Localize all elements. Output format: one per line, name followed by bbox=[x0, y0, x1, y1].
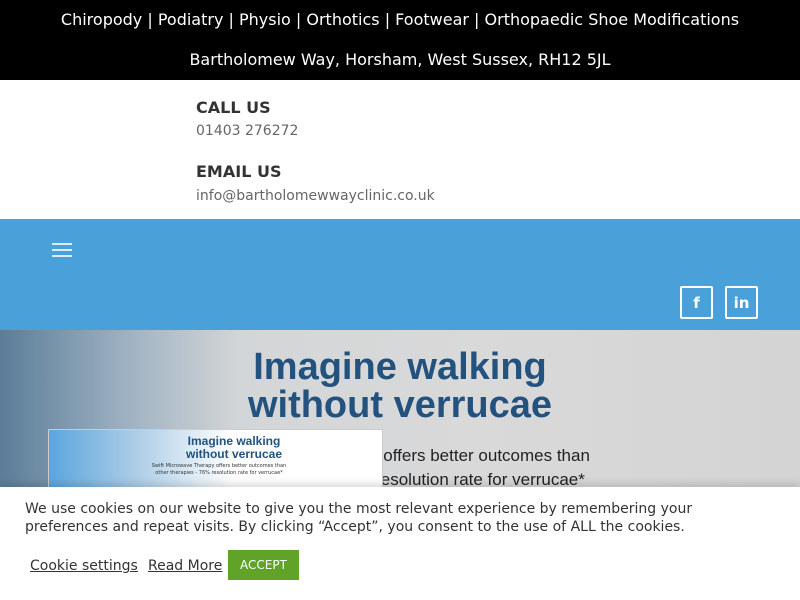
call-us-heading: CALL US bbox=[196, 98, 271, 117]
promo-title-line2: without verrucae bbox=[185, 447, 283, 461]
top-info-bar: Chiropody | Podiatry | Physio | Orthotic… bbox=[0, 0, 800, 80]
cookie-message: We use cookies on our website to give yo… bbox=[25, 501, 693, 535]
hero-headline: Imagine walking without verrucae bbox=[0, 348, 800, 424]
email-us-heading: EMAIL US bbox=[196, 162, 282, 181]
cookie-settings-link[interactable]: Cookie settings bbox=[30, 558, 138, 574]
clinic-address: Bartholomew Way, Horsham, West Sussex, R… bbox=[189, 50, 611, 69]
email-link[interactable]: info@bartholomewwayclinic.co.uk bbox=[196, 188, 435, 204]
hero-headline-line1: Imagine walking bbox=[253, 346, 547, 388]
facebook-icon[interactable]: f bbox=[680, 286, 713, 319]
linkedin-label: in bbox=[733, 293, 750, 312]
linkedin-icon[interactable]: in bbox=[725, 286, 758, 319]
navigation-bar: f in bbox=[0, 219, 800, 330]
hamburger-menu-icon[interactable] bbox=[52, 243, 72, 257]
facebook-label: f bbox=[693, 293, 700, 312]
promo-sub-line2: other therapies - 76% resolution rate fo… bbox=[155, 470, 283, 476]
phone-number-link[interactable]: 01403 276272 bbox=[196, 123, 298, 139]
accept-cookies-button[interactable]: ACCEPT bbox=[228, 550, 299, 580]
read-more-link[interactable]: Read More bbox=[148, 558, 222, 574]
promo-sub-line1: Swift Microwave Therapy offers better ou… bbox=[151, 463, 287, 469]
contact-section: CALL US 01403 276272 EMAIL US info@barth… bbox=[0, 80, 800, 219]
cookie-consent-banner: We use cookies on our website to give yo… bbox=[0, 487, 800, 600]
promo-thumbnail-title: Imagine walking without verrucae bbox=[159, 435, 309, 461]
hero-headline-line2: without verrucae bbox=[247, 384, 553, 426]
promo-thumbnail-subtext: Swift Microwave Therapy offers better ou… bbox=[149, 463, 289, 477]
services-list: Chiropody | Podiatry | Physio | Orthotic… bbox=[60, 10, 740, 29]
